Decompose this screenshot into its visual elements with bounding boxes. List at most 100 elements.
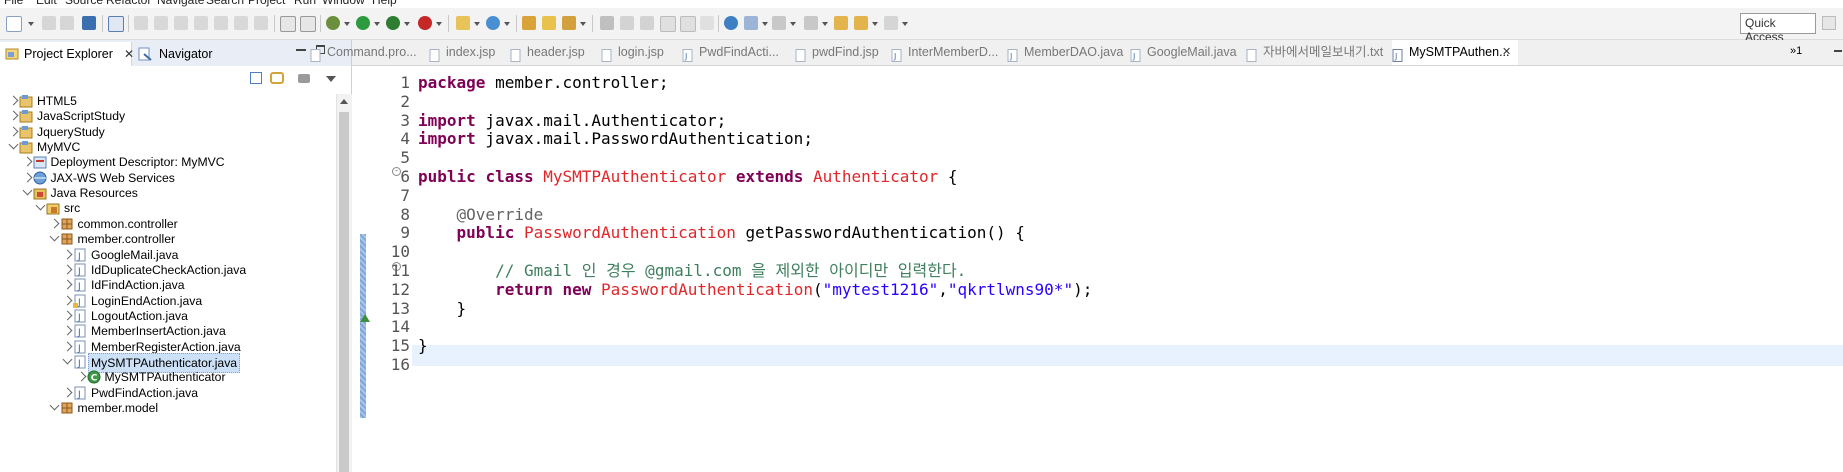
edit-icon[interactable] bbox=[620, 16, 634, 30]
last-edit-location-icon[interactable] bbox=[834, 16, 848, 30]
chevron-right-icon[interactable] bbox=[8, 126, 19, 137]
terminal-icon[interactable] bbox=[82, 16, 96, 30]
disconnect-icon[interactable] bbox=[194, 16, 208, 30]
open-perspective-icon[interactable] bbox=[1822, 16, 1836, 30]
suspend-icon[interactable] bbox=[154, 16, 168, 30]
menu-item-refactor[interactable]: Refactor bbox=[106, 0, 151, 7]
new-icon[interactable] bbox=[6, 16, 22, 32]
code-line[interactable]: public PasswordAuthentication getPasswor… bbox=[418, 222, 1025, 243]
globe-icon[interactable] bbox=[724, 16, 738, 30]
chevron-right-icon[interactable] bbox=[62, 325, 73, 336]
chevron-down-icon[interactable] bbox=[49, 231, 59, 242]
chevron-down-icon[interactable] bbox=[35, 200, 46, 211]
code-area[interactable]: package member.controller; import javax.m… bbox=[418, 66, 1843, 472]
chevron-down-icon[interactable] bbox=[22, 185, 32, 196]
menu-item-edit[interactable]: Edit bbox=[36, 0, 57, 7]
chevron-right-icon[interactable] bbox=[62, 249, 73, 259]
close-icon[interactable]: ✕ bbox=[1502, 40, 1511, 65]
code-line[interactable]: public class MySMTPAuthenticator extends… bbox=[418, 166, 958, 187]
menu-item-window[interactable]: Window bbox=[322, 0, 365, 7]
step-return-icon[interactable] bbox=[254, 16, 268, 30]
run-icon[interactable] bbox=[356, 16, 370, 30]
minimize-icon[interactable] bbox=[296, 49, 306, 51]
prev-annotation-icon[interactable] bbox=[804, 16, 818, 30]
tab-project-explorer[interactable]: Project Explorer ✕ bbox=[0, 42, 134, 66]
show-whitespace-icon[interactable] bbox=[700, 16, 714, 30]
menu-item-help[interactable]: Help bbox=[372, 0, 397, 7]
external-tools-icon[interactable] bbox=[418, 16, 432, 30]
chevron-down-icon[interactable] bbox=[8, 139, 19, 150]
next-annotation-icon[interactable] bbox=[772, 16, 786, 30]
menu-item-search[interactable]: Search bbox=[206, 0, 244, 7]
editor-tab[interactable]: J MemberDAO.java bbox=[1007, 40, 1125, 65]
chevron-down-icon[interactable] bbox=[49, 400, 59, 411]
chevron-right-icon[interactable] bbox=[62, 264, 73, 275]
search-icon[interactable] bbox=[562, 16, 576, 30]
open-type-icon[interactable] bbox=[522, 16, 536, 30]
tree-scrollbar[interactable] bbox=[336, 94, 352, 472]
use-step-filters-icon[interactable] bbox=[300, 16, 316, 32]
annotation-icon[interactable] bbox=[600, 16, 614, 30]
menu-item-source[interactable]: Source bbox=[65, 0, 103, 7]
chevron-right-icon[interactable] bbox=[62, 295, 73, 305]
code-line[interactable]: } bbox=[418, 298, 467, 319]
open-folder-icon[interactable] bbox=[542, 16, 556, 30]
code-line[interactable]: import javax.mail.PasswordAuthentication… bbox=[418, 128, 813, 149]
chevron-right-icon[interactable] bbox=[22, 172, 32, 183]
link-with-editor-icon[interactable] bbox=[270, 72, 284, 84]
code-line[interactable]: return new PasswordAuthentication("mytes… bbox=[418, 279, 1092, 300]
resume-icon[interactable] bbox=[134, 16, 148, 30]
inspect-icon[interactable] bbox=[744, 16, 758, 30]
editor-tab[interactable]: J MySMTPAuthen... ✕ bbox=[1392, 40, 1518, 65]
quick-access-input[interactable]: Quick Access bbox=[1740, 13, 1816, 44]
scrollbar-thumb[interactable] bbox=[339, 112, 349, 472]
mark-occurrences-icon[interactable] bbox=[640, 16, 654, 30]
skip-breakpoints-icon[interactable] bbox=[108, 16, 124, 32]
chevron-right-icon[interactable] bbox=[22, 156, 32, 167]
new-server-icon[interactable] bbox=[456, 16, 470, 30]
chevron-right-icon[interactable] bbox=[8, 110, 19, 121]
step-over-icon[interactable] bbox=[234, 16, 248, 30]
menu-item-file[interactable]: File bbox=[4, 0, 23, 7]
chevron-right-icon[interactable] bbox=[76, 371, 86, 382]
console-icon[interactable] bbox=[280, 16, 296, 32]
chevron-right-icon[interactable] bbox=[62, 279, 73, 290]
editor-tab[interactable]: pwdFind.jsp bbox=[795, 40, 887, 65]
editor-tab[interactable]: J PwdFindActi... bbox=[682, 40, 790, 65]
step-into-icon[interactable] bbox=[214, 16, 228, 30]
save-icon[interactable] bbox=[42, 16, 56, 30]
menu-item-project[interactable]: Project bbox=[248, 0, 285, 7]
chevron-down-icon[interactable] bbox=[62, 354, 73, 365]
block-selection-icon[interactable] bbox=[660, 16, 676, 32]
editor-tab[interactable]: J GoogleMail.java bbox=[1130, 40, 1242, 65]
save-all-icon[interactable] bbox=[60, 16, 74, 30]
menu-item-run[interactable]: Run bbox=[294, 0, 316, 7]
chevron-right-icon[interactable] bbox=[62, 387, 73, 398]
code-line[interactable]: } bbox=[418, 335, 428, 356]
back-icon[interactable] bbox=[854, 16, 868, 30]
editor-tab[interactable]: Command.pro... bbox=[310, 40, 422, 65]
code-line[interactable]: package member.controller; bbox=[418, 72, 668, 93]
collapse-all-icon[interactable] bbox=[250, 72, 262, 84]
word-wrap-icon[interactable] bbox=[680, 16, 696, 32]
forward-icon[interactable] bbox=[884, 16, 898, 30]
menu-item-navigate[interactable]: Navigate bbox=[157, 0, 204, 7]
editor-tab[interactable]: 자바에서메일보내기.txt bbox=[1246, 40, 1386, 65]
chevron-right-icon[interactable] bbox=[8, 95, 19, 106]
focus-icon[interactable] bbox=[298, 74, 310, 83]
chevron-right-icon[interactable] bbox=[62, 310, 73, 321]
terminate-icon[interactable] bbox=[174, 16, 188, 30]
editor-tab[interactable]: header.jsp bbox=[510, 40, 596, 65]
editor-tab[interactable]: index.jsp bbox=[429, 40, 505, 65]
tab-navigator[interactable]: Navigator bbox=[131, 42, 291, 66]
run-server-icon[interactable] bbox=[386, 16, 400, 30]
tab-overflow-indicator[interactable]: »1 bbox=[1790, 45, 1802, 57]
new-java-class-icon[interactable] bbox=[486, 16, 500, 30]
chevron-right-icon[interactable] bbox=[49, 218, 59, 229]
chevron-down-icon[interactable] bbox=[28, 22, 34, 26]
editor-tab[interactable]: J InterMemberD... bbox=[891, 40, 1001, 65]
view-menu-icon[interactable] bbox=[326, 76, 336, 82]
scroll-up-arrow-icon[interactable] bbox=[340, 99, 348, 104]
editor-tab[interactable]: login.jsp bbox=[601, 40, 677, 65]
minimize-icon[interactable] bbox=[1834, 50, 1842, 52]
